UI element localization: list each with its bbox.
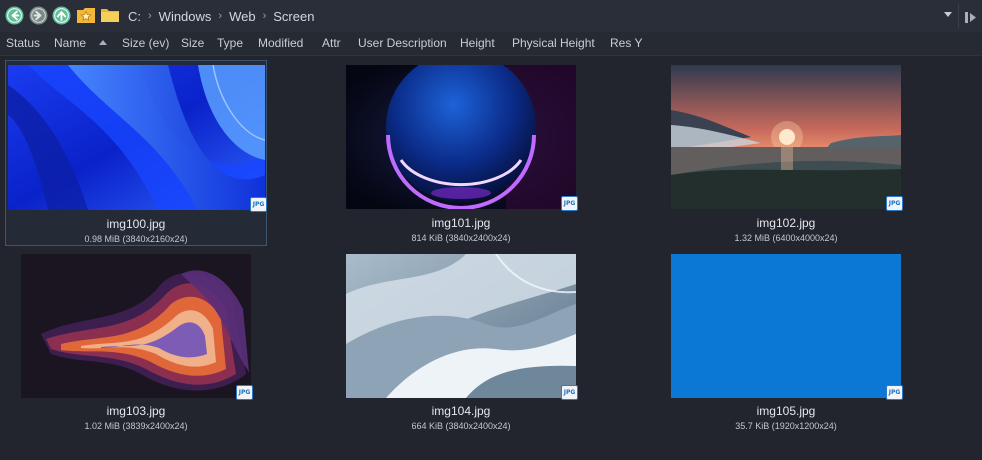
file-info: 1.02 MiB (3839x2400x24) bbox=[84, 421, 188, 431]
file-tile-img100[interactable]: JPG img100.jpg 0.98 MiB (3840x2160x24) bbox=[5, 60, 267, 246]
column-user-description[interactable]: User Description bbox=[358, 32, 447, 56]
jpg-badge-icon: JPG bbox=[236, 385, 253, 400]
file-tile-img104[interactable]: JPG img104.jpg 664 KiB (3840x2400x24) bbox=[330, 249, 592, 435]
jpg-badge-icon: JPG bbox=[886, 196, 903, 211]
column-modified[interactable]: Modified bbox=[258, 32, 303, 56]
jpg-badge-icon: JPG bbox=[250, 197, 267, 212]
file-info: 664 KiB (3840x2400x24) bbox=[411, 421, 511, 431]
file-info: 1.32 MiB (6400x4000x24) bbox=[734, 233, 838, 243]
file-tile-img105[interactable]: JPG img105.jpg 35.7 KiB (1920x1200x24) bbox=[655, 249, 917, 435]
thumbnail-image bbox=[346, 254, 576, 398]
file-info: 0.98 MiB (3840x2160x24) bbox=[84, 234, 188, 244]
forward-arrow-icon[interactable] bbox=[29, 6, 48, 25]
thumbnail-image bbox=[346, 65, 576, 209]
thumbnail-image bbox=[671, 254, 901, 398]
badge-label: JPG bbox=[252, 201, 265, 208]
back-arrow-icon[interactable] bbox=[5, 6, 24, 25]
breadcrumb-item[interactable]: Web bbox=[225, 9, 260, 24]
favorites-star-icon[interactable] bbox=[76, 5, 96, 25]
column-res-y[interactable]: Res Y bbox=[610, 32, 642, 56]
column-attr[interactable]: Attr bbox=[322, 32, 341, 56]
file-name: img101.jpg bbox=[431, 216, 491, 230]
column-status[interactable]: Status bbox=[6, 32, 40, 56]
column-height[interactable]: Height bbox=[460, 32, 495, 56]
file-tile-img102[interactable]: JPG img102.jpg 1.32 MiB (6400x4000x24) bbox=[655, 60, 917, 246]
badge-label: JPG bbox=[888, 389, 901, 396]
file-name: img105.jpg bbox=[756, 404, 816, 418]
address-bar: C: › Windows › Web › Screen bbox=[0, 0, 982, 32]
file-tile-img101[interactable]: JPG img101.jpg 814 KiB (3840x2400x24) bbox=[330, 60, 592, 246]
thumbnail-image bbox=[671, 65, 901, 209]
sort-ascending-icon bbox=[99, 40, 107, 45]
breadcrumb: C: › Windows › Web › Screen bbox=[124, 0, 318, 32]
breadcrumb-item[interactable]: C: bbox=[124, 9, 145, 24]
thumbnail-image bbox=[8, 65, 265, 210]
thumbnail-image bbox=[21, 254, 251, 398]
jpg-badge-icon: JPG bbox=[886, 385, 903, 400]
breadcrumb-item[interactable]: Screen bbox=[269, 9, 318, 24]
divider bbox=[958, 4, 959, 28]
badge-label: JPG bbox=[888, 200, 901, 207]
breadcrumb-item[interactable]: Windows bbox=[155, 9, 216, 24]
file-name: img104.jpg bbox=[431, 404, 491, 418]
up-arrow-icon[interactable] bbox=[52, 6, 71, 25]
column-size-ev[interactable]: Size (ev) bbox=[122, 32, 169, 56]
column-size[interactable]: Size bbox=[181, 32, 204, 56]
breadcrumb-separator-icon[interactable]: › bbox=[260, 10, 270, 22]
jpg-badge-icon: JPG bbox=[561, 385, 578, 400]
column-type[interactable]: Type bbox=[217, 32, 243, 56]
column-name[interactable]: Name bbox=[54, 32, 86, 56]
file-info: 35.7 KiB (1920x1200x24) bbox=[735, 421, 837, 431]
panel-toggle-icon[interactable] bbox=[965, 10, 977, 23]
jpg-badge-icon: JPG bbox=[561, 196, 578, 211]
file-info: 814 KiB (3840x2400x24) bbox=[411, 233, 511, 243]
file-tile-img103[interactable]: JPG img103.jpg 1.02 MiB (3839x2400x24) bbox=[5, 249, 267, 435]
badge-label: JPG bbox=[238, 389, 251, 396]
breadcrumb-separator-icon[interactable]: › bbox=[145, 10, 155, 22]
column-header-row: Status Name Size (ev) Size Type Modified… bbox=[0, 32, 982, 56]
column-physical-height[interactable]: Physical Height bbox=[512, 32, 595, 56]
folder-icon[interactable] bbox=[101, 7, 119, 23]
file-name: img100.jpg bbox=[106, 217, 166, 231]
file-name: img103.jpg bbox=[106, 404, 166, 418]
badge-label: JPG bbox=[563, 200, 576, 207]
file-name: img102.jpg bbox=[756, 216, 816, 230]
breadcrumb-separator-icon[interactable]: › bbox=[215, 10, 225, 22]
badge-label: JPG bbox=[563, 389, 576, 396]
address-history-dropdown-icon[interactable] bbox=[944, 12, 952, 17]
